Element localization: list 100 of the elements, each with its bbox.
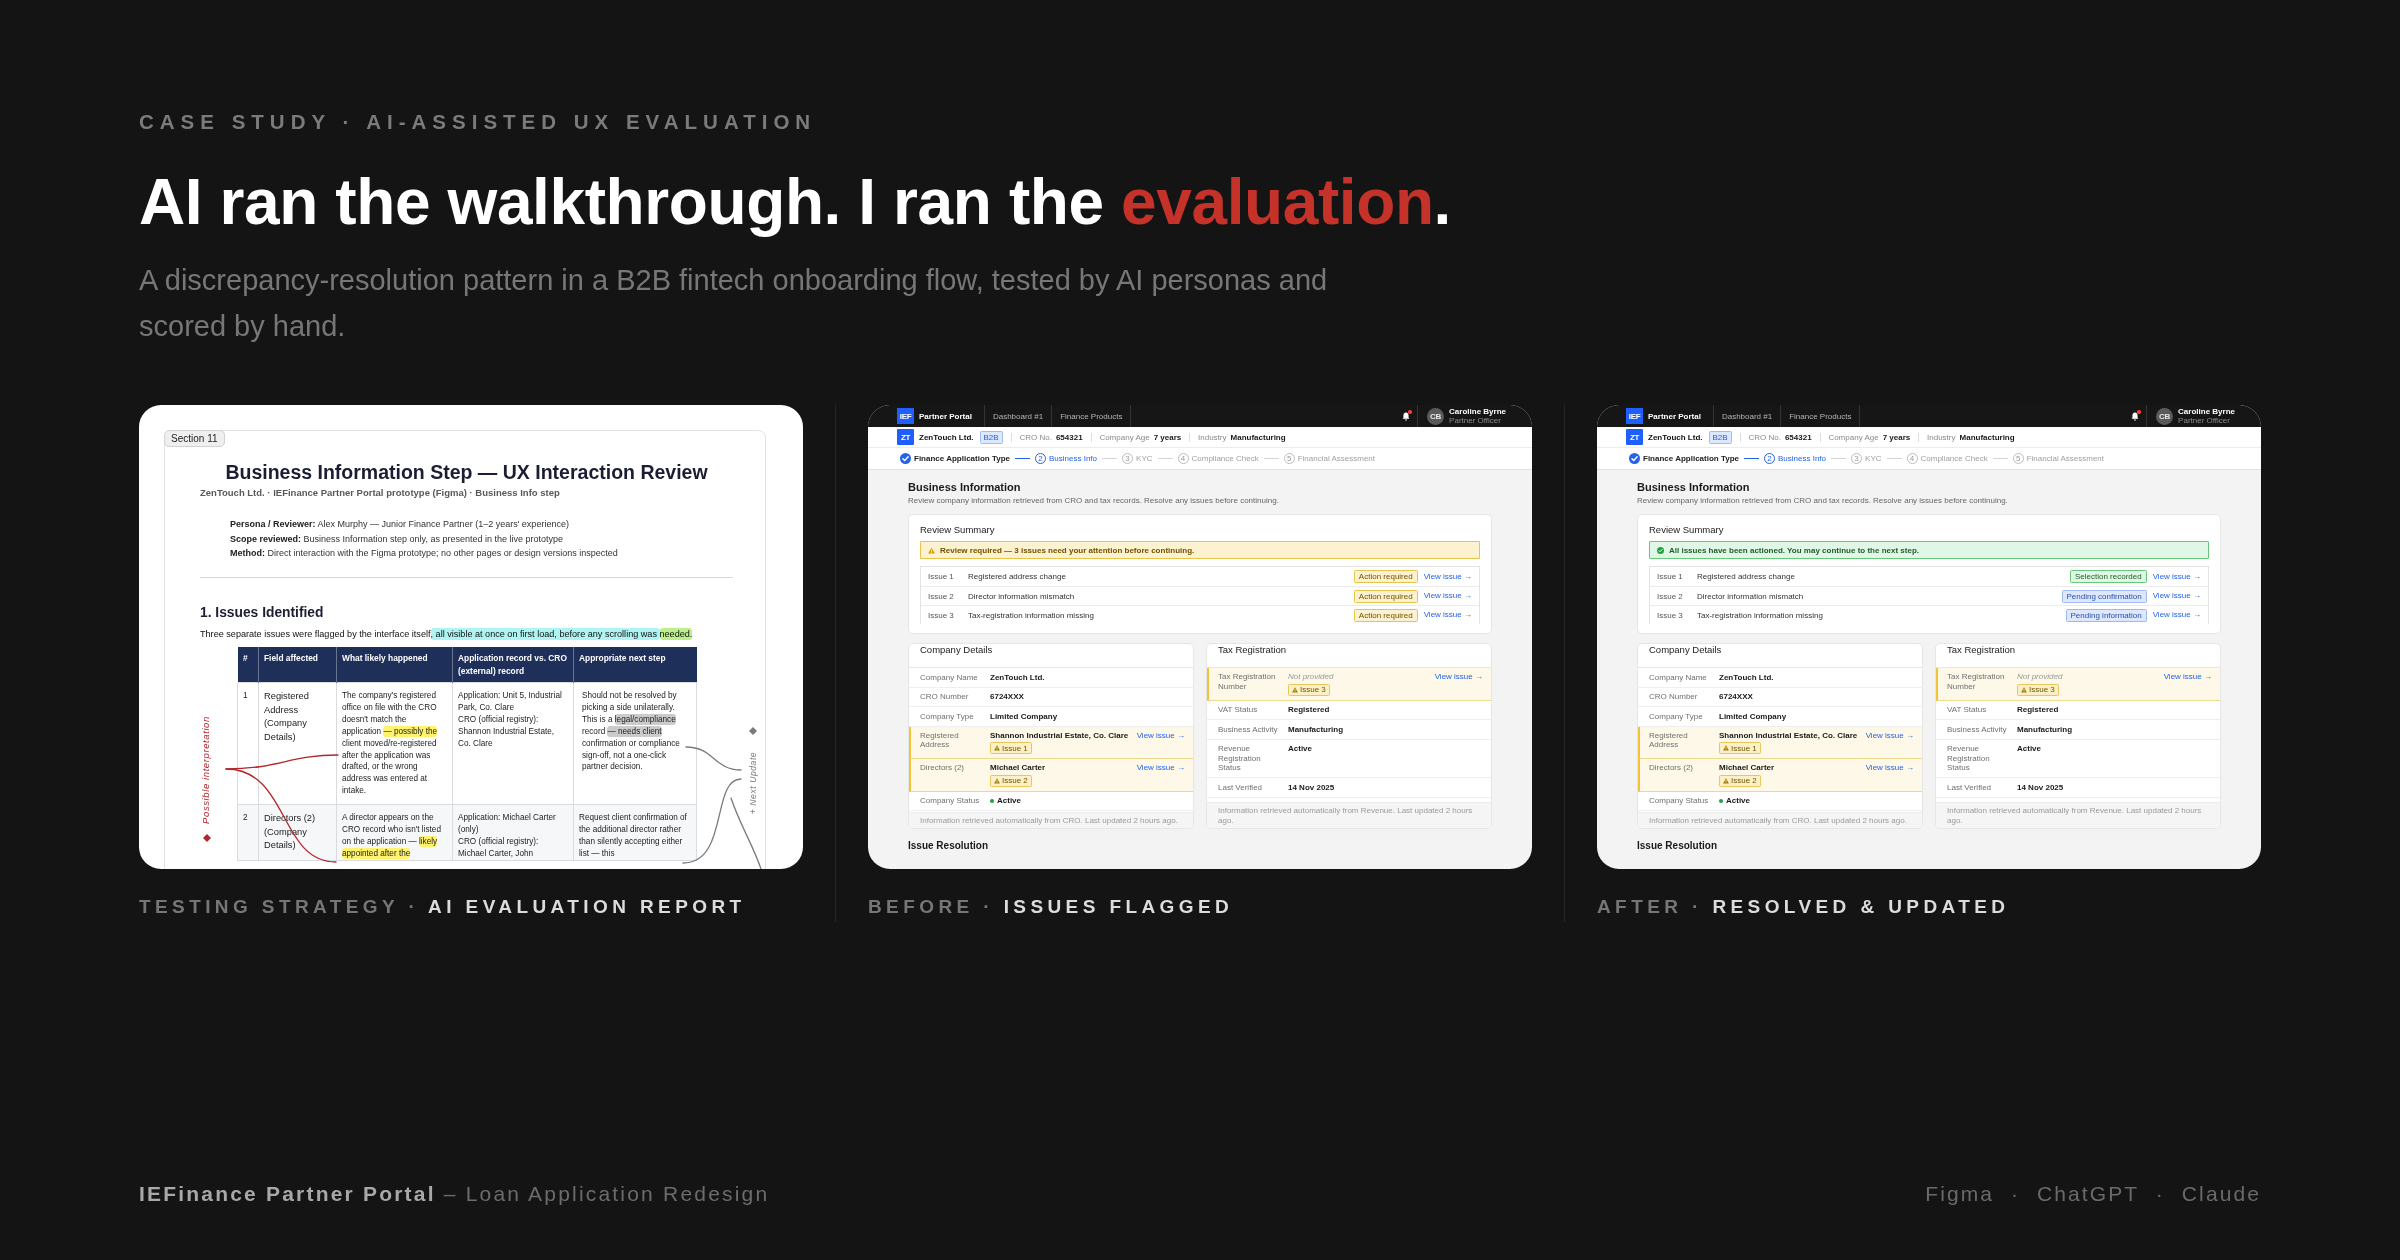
view-issue-link[interactable]: View issue → xyxy=(1423,610,1472,620)
issue-title: Tax-registration information missing xyxy=(968,610,1094,620)
warning-icon xyxy=(1723,745,1729,751)
alert-text: All issues have been actioned. You may continue to the next step. xyxy=(1669,545,1919,555)
meta-line: Scope reviewed: Business Information step only, as presented in the live prototype xyxy=(230,532,564,546)
panel-caption: TESTING STRATEGY · AI EVALUATION REPORT xyxy=(139,895,746,919)
field-label: Last Verified xyxy=(1947,782,1993,792)
view-issue-link[interactable]: View issue → xyxy=(1136,730,1185,740)
field-value: 14 Nov 2025 xyxy=(1288,782,1335,792)
field-label: Registered Address xyxy=(1649,730,1689,750)
issue-title: Registered address change xyxy=(968,572,1066,581)
field-value: 6724XXX xyxy=(1719,692,1753,702)
issue-title: Tax-registration information missing xyxy=(1697,610,1823,620)
field-value: Registered xyxy=(2017,705,2059,715)
table-cell: Application: Unit 5, Industrial Park, Co. Clare CRO (official registry): Shannon Industrial Estate, Co. Clare xyxy=(452,682,574,805)
brand-name: Partner Portal xyxy=(919,411,972,421)
step-label: Finance Application Type xyxy=(1643,454,1739,463)
issue-tag-text: Issue 3 xyxy=(1300,685,1326,694)
field-value: Shannon Industrial Estate, Co. Clare xyxy=(990,730,1129,740)
step-label: Business Info xyxy=(1778,454,1827,463)
alert-text: Review required — 3 issues need your attention before continuing. xyxy=(940,545,1195,555)
view-issue-link[interactable]: View issue → xyxy=(1434,672,1483,682)
annotation-label: + Next Update xyxy=(748,751,758,815)
field-value: Active xyxy=(990,796,1021,806)
card-title: Company Details xyxy=(1649,644,1722,655)
field-label: Directors (2) xyxy=(920,763,965,773)
step-label: KYC xyxy=(1865,454,1882,463)
meta-line: Method: Direct interaction with the Figma prototype; no other pages or design versions inspected xyxy=(230,547,618,560)
user-role: Partner Officer xyxy=(2178,416,2230,425)
field-value: Active xyxy=(1719,796,1750,806)
meta-line: Persona / Reviewer: Alex Murphy — Junior Finance Partner (1–2 years' experience) xyxy=(230,518,569,531)
warning-icon xyxy=(994,745,1000,751)
document-subtitle: ZenTouch Ltd. · IEFinance Partner Portal prototype (Figma) · Business Info step xyxy=(200,487,560,499)
field-label: VAT Status xyxy=(1218,705,1259,715)
fact-value: 654321 xyxy=(1055,432,1083,442)
column-header: Application record vs. CRO (external) record xyxy=(452,647,574,683)
field-value: Michael Carter xyxy=(1719,763,1775,773)
field-value: Manufacturing xyxy=(1288,724,1344,734)
field-value: Shannon Industrial Estate, Co. Clare xyxy=(1719,730,1858,740)
field-label: Company Name xyxy=(920,672,979,682)
warning-icon xyxy=(2021,686,2027,693)
bell-icon[interactable] xyxy=(2131,411,2140,421)
bell-icon[interactable] xyxy=(1402,411,1411,421)
fact-value: 654321 xyxy=(1784,432,1812,442)
view-issue-link[interactable]: View issue → xyxy=(2152,591,2201,601)
issue-number: Issue 3 xyxy=(1657,610,1684,620)
view-issue-link[interactable]: View issue → xyxy=(1423,591,1472,601)
segment-badge: B2B xyxy=(1708,430,1732,444)
table-cell: 2 xyxy=(237,804,259,861)
page-description: Review company information retrieved from CRO and tax records. Resolve any issues before continuing. xyxy=(908,496,1279,506)
intro-paragraph: Three separate issues were flagged by the interface itself, all visible at once on first load, before any scrolling was needed. xyxy=(200,626,694,642)
view-issue-link[interactable]: View issue → xyxy=(1423,571,1472,582)
field-label: Company Type xyxy=(1649,711,1704,721)
view-issue-link[interactable]: View issue → xyxy=(1865,730,1914,740)
field-label: Business Activity xyxy=(1218,724,1279,734)
field-value: Active xyxy=(1288,744,1312,754)
view-issue-link[interactable]: View issue → xyxy=(2152,610,2201,620)
segment-badge: B2B xyxy=(979,430,1003,444)
panel-caption: AFTER · RESOLVED & UPDATED xyxy=(1597,895,2010,919)
view-issue-link[interactable]: View issue → xyxy=(2163,672,2212,682)
step-label: KYC xyxy=(1136,454,1153,463)
column-header: # xyxy=(237,647,259,683)
brand-logo: IEF xyxy=(1626,408,1643,424)
tools-list: Figma · ChatGPT · Claude xyxy=(1925,1179,2261,1209)
section-label: Section 11 xyxy=(164,430,225,447)
brand-logo: IEF xyxy=(897,408,914,424)
field-label: VAT Status xyxy=(1947,705,1988,715)
card-footnote: Information retrieved automatically from Revenue. Last updated 2 hours ago. xyxy=(1936,802,2220,828)
field-value: Active xyxy=(2017,744,2041,754)
fact-value: Manufacturing xyxy=(1230,432,1286,442)
field-label: Directors (2) xyxy=(1649,763,1694,773)
field-value: Limited Company xyxy=(990,711,1058,721)
fact-label: Industry xyxy=(1198,432,1227,442)
issue-title: Director information mismatch xyxy=(968,591,1075,601)
warning-icon xyxy=(1723,777,1729,784)
leader-line xyxy=(685,746,742,771)
field-label: Company Name xyxy=(1649,672,1708,682)
column-header: Field affected xyxy=(258,647,337,683)
warning-icon xyxy=(928,546,935,554)
field-label: Company Type xyxy=(920,711,975,721)
brand-name: Partner Portal xyxy=(1648,411,1701,421)
card-footnote: Information retrieved automatically from CRO. Last updated 2 hours ago. xyxy=(909,811,1193,828)
user-avatar[interactable]: CB xyxy=(2156,407,2174,425)
document-title: Business Information Step — UX Interaction Review xyxy=(225,460,708,484)
user-avatar[interactable]: CB xyxy=(1427,407,1445,425)
project-title: IEFinance Partner Portal – Loan Application Redesign xyxy=(139,1181,770,1207)
field-label: Revenue Registration Status xyxy=(1947,744,1991,773)
view-issue-link[interactable]: View issue → xyxy=(1865,763,1914,773)
user-name: Caroline Byrne xyxy=(1449,407,1506,416)
company-logo: ZT xyxy=(1626,429,1643,445)
headline: AI ran the walkthrough. I ran the evaluation. xyxy=(139,165,1451,240)
step-label: Finance Application Type xyxy=(914,454,1010,463)
view-issue-link[interactable]: View issue → xyxy=(2152,571,2201,582)
table-cell: A director appears on the CRO record who isn't listed on the application — likely appointed after the xyxy=(336,804,453,861)
status-badge: Pending information xyxy=(2065,608,2147,622)
view-issue-link[interactable]: View issue → xyxy=(1136,763,1185,773)
warning-icon xyxy=(994,777,1000,784)
issue-tag-text: Issue 2 xyxy=(1002,776,1028,785)
table-cell: Application: Michael Carter (only) CRO (official registry): Michael Carter, John xyxy=(452,804,574,861)
field-value: ZenTouch Ltd. xyxy=(990,672,1045,682)
